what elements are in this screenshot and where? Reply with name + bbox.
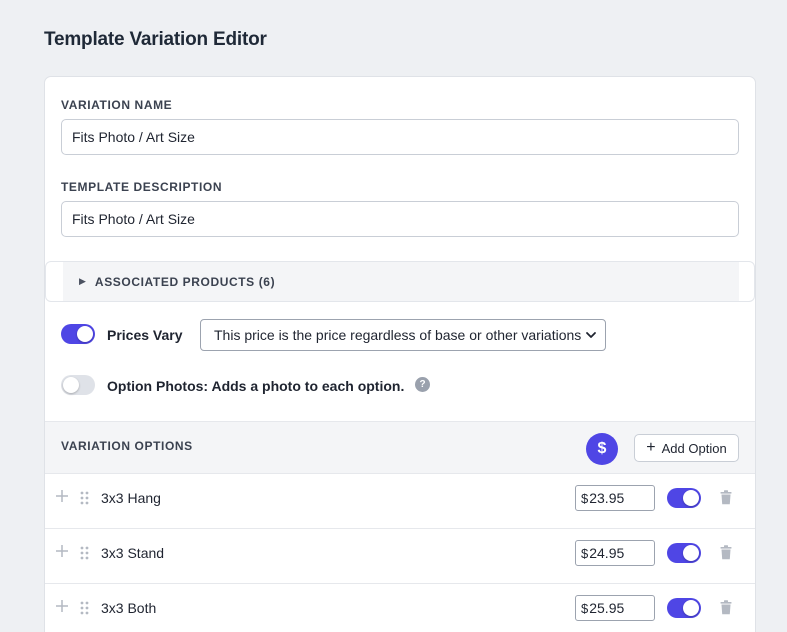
toggle-knob [77,326,93,342]
variation-name-input[interactable] [61,119,739,155]
option-name: 3x3 Both [101,600,157,616]
currency-symbol: $ [581,545,589,561]
option-enabled-toggle[interactable] [667,543,701,563]
trash-icon[interactable] [720,600,732,615]
variation-name-label: VARIATION NAME [61,98,173,112]
option-name: 3x3 Stand [101,545,165,561]
trash-icon[interactable] [720,490,732,505]
option-name: 3x3 Hang [101,490,161,506]
caret-right-icon: ▶ [79,276,86,286]
option-enabled-toggle[interactable] [667,488,701,508]
prices-vary-toggle[interactable] [61,324,95,344]
associated-products-panel: ▶ ASSOCIATED PRODUCTS (6) [45,261,755,302]
option-enabled-toggle[interactable] [667,598,701,618]
plus-icon[interactable] [55,544,69,558]
add-option-label: Add Option [661,440,727,456]
toggle-knob [683,545,699,561]
currency-button[interactable]: $ [586,433,618,465]
variation-editor-card: VARIATION NAME TEMPLATE DESCRIPTION ▶ AS… [44,76,756,632]
option-photos-label: Option Photos: Adds a photo to each opti… [107,378,405,394]
drag-handle-icon[interactable] [80,601,89,615]
template-description-label: TEMPLATE DESCRIPTION [61,180,223,194]
page-title: Template Variation Editor [44,29,267,50]
toggle-knob [683,600,699,616]
add-option-button[interactable]: + Add Option [634,434,739,462]
template-description-input[interactable] [61,201,739,237]
price-mode-select[interactable]: This price is the price regardless of ba… [200,319,606,351]
option-price-value: 23.95 [589,490,625,506]
option-row: 3x3 Stand $24.95 [45,529,755,584]
currency-symbol: $ [581,490,589,506]
toggle-knob [63,377,79,393]
chevron-down-icon [586,332,596,338]
plus-icon: + [646,439,656,456]
option-price-input[interactable]: $25.95 [575,595,655,621]
variation-options-title: VARIATION OPTIONS [61,439,193,453]
variation-options-header: VARIATION OPTIONS $ + Add Option [45,421,755,474]
dollar-icon: $ [597,440,607,457]
toggle-knob [683,490,699,506]
plus-icon[interactable] [55,489,69,503]
associated-products-label: ASSOCIATED PRODUCTS (6) [94,274,276,289]
drag-handle-icon[interactable] [80,491,89,505]
plus-icon[interactable] [55,599,69,613]
currency-symbol: $ [581,600,589,616]
associated-products-toggle[interactable]: ▶ ASSOCIATED PRODUCTS (6) [63,262,739,301]
trash-icon[interactable] [720,545,732,560]
option-row: 3x3 Both $25.95 [45,584,755,632]
option-price-value: 24.95 [589,545,625,561]
option-photos-toggle[interactable] [61,375,95,395]
option-row: 3x3 Hang $23.95 [45,474,755,529]
option-price-input[interactable]: $23.95 [575,485,655,511]
price-mode-selected-value: This price is the price regardless of ba… [214,327,582,343]
help-icon[interactable]: ? [415,377,430,392]
prices-vary-label: Prices Vary [107,327,183,343]
option-price-value: 25.95 [589,600,625,616]
option-price-input[interactable]: $24.95 [575,540,655,566]
drag-handle-icon[interactable] [80,546,89,560]
